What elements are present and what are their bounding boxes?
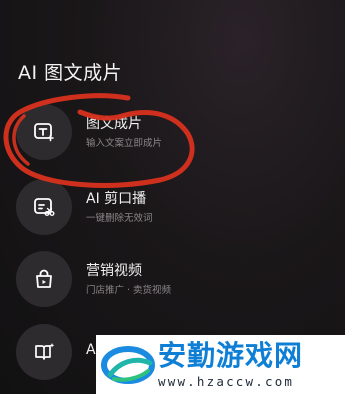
menu-item-ai-cut[interactable]: AI 剪口播 一键删除无效词 bbox=[16, 175, 316, 239]
menu-item-title: 图文成片 bbox=[86, 115, 142, 132]
shopping-bag-icon bbox=[36, 269, 52, 288]
menu-item-text-to-video[interactable]: 图文成片 输入文案立即成片 bbox=[16, 100, 316, 164]
menu-item-subtitle: 输入文案立即成片 bbox=[86, 137, 163, 149]
text-to-video-icon-wrap bbox=[16, 104, 72, 160]
book-sparkle-icon bbox=[35, 343, 55, 360]
menu-item-title: AI 剪口播 bbox=[86, 190, 147, 207]
menu-item-marketing-video[interactable]: 营销视频 门店推广 · 卖货视频 bbox=[16, 247, 316, 311]
menu-item-subtitle: 门店推广 · 卖货视频 bbox=[86, 284, 172, 296]
shopping-bag-icon-wrap bbox=[16, 251, 72, 307]
watermark-logo-icon bbox=[101, 346, 155, 384]
watermark-banner: 安勤游戏网 www.hzaccw.com bbox=[96, 335, 345, 394]
menu-item-title: A bbox=[86, 341, 96, 358]
menu-item-subtitle: 一键删除无效词 bbox=[86, 212, 153, 224]
watermark-url: www.hzaccw.com bbox=[158, 374, 295, 389]
menu-item-title: 营销视频 bbox=[86, 262, 142, 279]
page-title: AI 图文成片 bbox=[18, 62, 123, 84]
ai-cut-icon bbox=[34, 198, 55, 216]
book-sparkle-icon-wrap bbox=[16, 324, 72, 380]
text-to-video-icon bbox=[34, 123, 54, 142]
watermark-name: 安勤游戏网 bbox=[158, 339, 304, 372]
ai-cut-icon-wrap bbox=[16, 179, 72, 235]
